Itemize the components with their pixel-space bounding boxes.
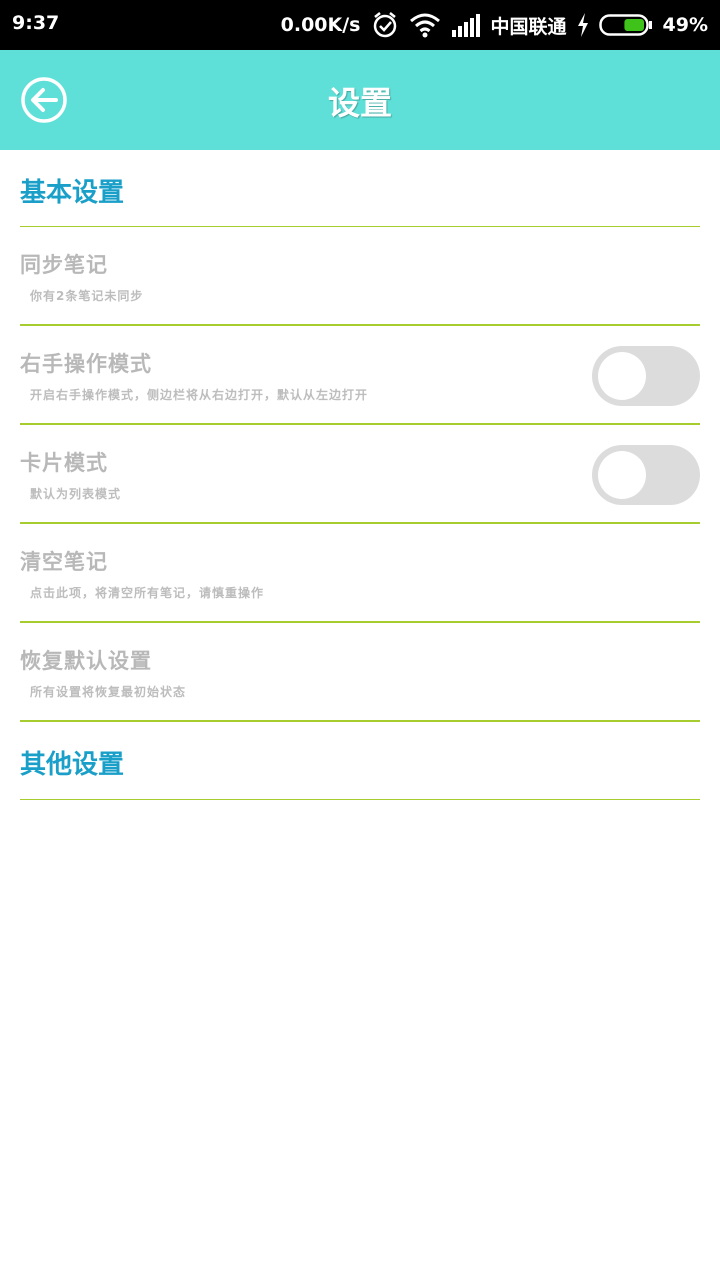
alarm-icon	[371, 11, 399, 39]
page-title: 设置	[327, 84, 392, 122]
section-title-other: 其他设置	[20, 750, 125, 780]
settings-list: 基本设置 同步笔记 你有2条笔记未同步 右手操作模式 开启右手操作模式，侧边栏将…	[0, 150, 720, 800]
pref-summary: 开启右手操作模式，侧边栏将从右边打开，默认从左边打开	[30, 388, 369, 402]
pref-sync-notes[interactable]: 同步笔记 你有2条笔记未同步	[20, 227, 700, 326]
pref-title: 右手操作模式	[20, 352, 152, 376]
pref-title: 清空笔记	[20, 550, 108, 574]
section-title-basic: 基本设置	[20, 178, 125, 208]
status-bar: 9:37 0.00K/s 中国联通 49%	[0, 0, 720, 50]
app-toolbar: 设置	[0, 50, 720, 150]
status-time: 9:37	[12, 12, 60, 34]
card-mode-toggle[interactable]	[592, 445, 700, 505]
toggle-knob	[598, 451, 646, 499]
pref-right-hand-mode[interactable]: 右手操作模式 开启右手操作模式，侧边栏将从右边打开，默认从左边打开	[20, 326, 700, 425]
carrier-name: 中国联通	[490, 15, 567, 38]
pref-restore-defaults[interactable]: 恢复默认设置 所有设置将恢复最初始状态	[20, 623, 700, 722]
wifi-icon	[409, 12, 441, 38]
pref-summary: 所有设置将恢复最初始状态	[30, 685, 187, 699]
pref-summary: 默认为列表模式	[30, 487, 122, 501]
battery-percent: 49%	[662, 14, 708, 36]
section-header-basic: 基本设置	[20, 150, 700, 227]
pref-summary: 你有2条笔记未同步	[30, 289, 144, 303]
pref-title: 同步笔记	[20, 253, 108, 277]
toggle-knob	[598, 352, 646, 400]
status-right-group: 0.00K/s 中国联通 49%	[281, 8, 708, 42]
pref-title: 卡片模式	[20, 451, 108, 475]
pref-card-mode[interactable]: 卡片模式 默认为列表模式	[20, 425, 700, 524]
battery-icon	[598, 14, 653, 36]
charging-icon	[577, 13, 589, 37]
pref-clear-notes[interactable]: 清空笔记 点击此项，将清空所有笔记，请慎重操作	[20, 524, 700, 623]
pref-title: 恢复默认设置	[20, 649, 152, 673]
right-hand-mode-toggle[interactable]	[592, 346, 700, 406]
pref-summary: 点击此项，将清空所有笔记，请慎重操作	[30, 586, 265, 600]
signal-icon	[451, 12, 481, 38]
section-header-other: 其他设置	[20, 722, 700, 800]
net-speed: 0.00K/s	[280, 14, 361, 36]
